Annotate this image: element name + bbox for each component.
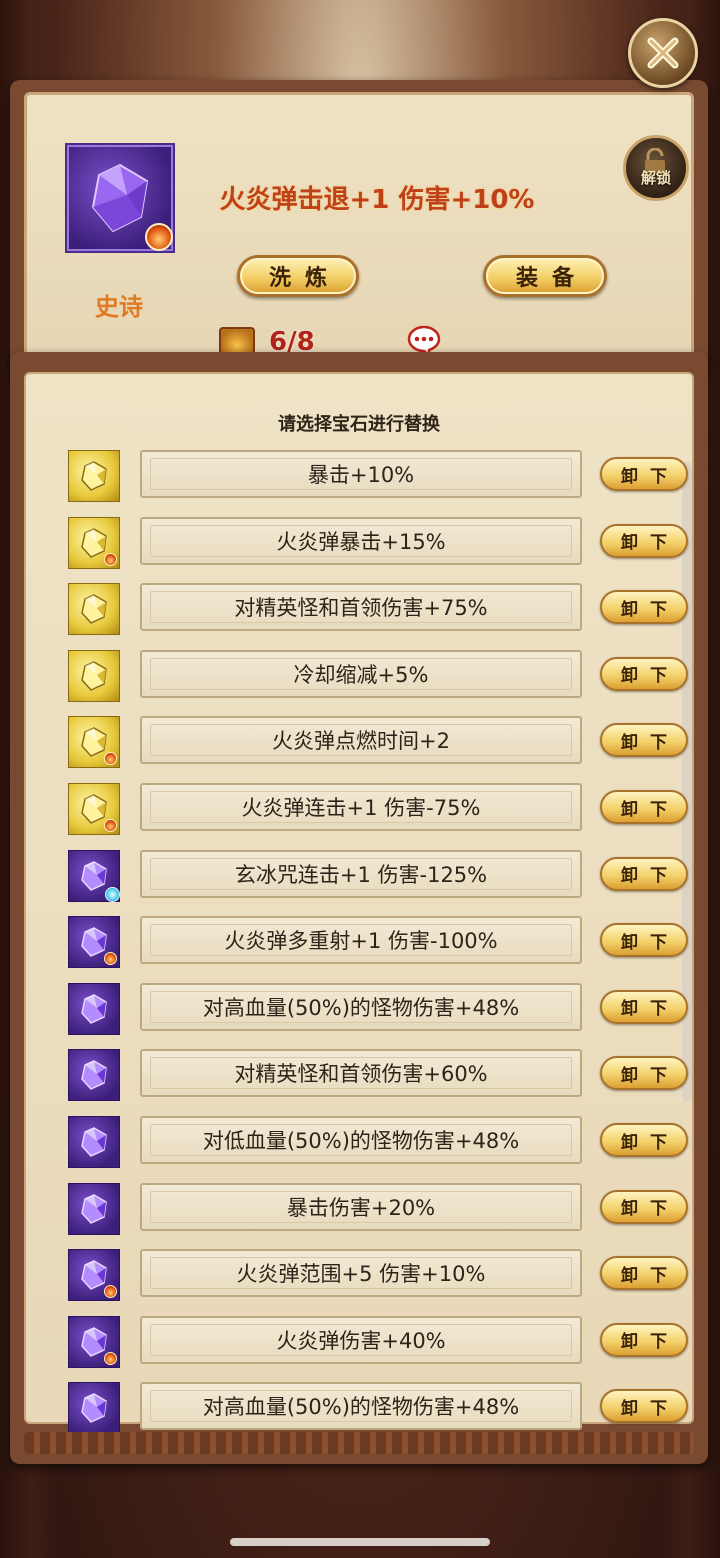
purple-gem-icon[interactable]: [68, 982, 120, 1035]
gem-attribute-text: 火炎弹暴击+15%: [140, 516, 582, 565]
gem-list-row: 火炎弹多重射+1 伤害-100% 卸下: [26, 914, 720, 969]
purple-gem-icon[interactable]: [68, 1182, 120, 1235]
gem-list-panel: 请选择宝石进行替换 暴击+10% 卸下 火炎弹暴击+15% 卸下 对精英怪和首领伤害+7…: [10, 352, 708, 1464]
unload-button[interactable]: 卸下: [600, 1123, 688, 1157]
unload-button[interactable]: 卸下: [600, 1189, 688, 1224]
close-icon: [647, 37, 679, 69]
fire-badge-icon: [104, 1351, 117, 1365]
fire-badge-icon: [104, 1285, 117, 1299]
gem-attribute-text: 冷却缩减+5%: [140, 649, 582, 698]
gem-list-row: 对精英怪和首领伤害+60% 卸下: [26, 1047, 720, 1102]
gem-attribute-label: 火炎弹范围+5 伤害+10%: [236, 1262, 486, 1287]
fire-badge-icon: [104, 752, 117, 766]
gem-attribute-text: 暴击伤害+20%: [140, 1182, 582, 1231]
selected-gem-icon: [67, 145, 173, 251]
unload-button[interactable]: 卸下: [600, 656, 688, 691]
gem-attribute-text: 火炎弹点燃时间+2: [140, 716, 582, 765]
gem-attribute-text: 对高血量(50%)的怪物伤害+48%: [140, 1382, 582, 1431]
ice-badge-icon: [105, 886, 120, 902]
equip-button[interactable]: 装备: [483, 255, 607, 297]
gem-attribute-label: 对精英怪和首领伤害+60%: [234, 1062, 488, 1087]
home-indicator[interactable]: [230, 1538, 490, 1546]
gem-attribute-text: 对高血量(50%)的怪物伤害+48%: [140, 982, 582, 1031]
gem-list-row: 玄冰咒连击+1 伤害-125% 卸下: [26, 848, 720, 902]
unload-button[interactable]: 卸下: [600, 523, 688, 558]
unload-button[interactable]: 卸下: [600, 1322, 688, 1357]
gem-list-row: 对低血量(50%)的怪物伤害+48% 卸下: [26, 1114, 720, 1168]
unload-button[interactable]: 卸下: [600, 1389, 688, 1424]
gold-gem-icon[interactable]: [68, 716, 120, 769]
unlock-button[interactable]: 解锁: [623, 135, 689, 201]
gem-list-row: 对精英怪和首领伤害+75% 卸下: [26, 581, 720, 636]
gem-attribute-text: 火炎弹范围+5 伤害+10%: [140, 1249, 582, 1298]
gem-name: 火炎弹击退+1 伤害+10%: [219, 185, 535, 215]
gold-gem-icon[interactable]: [68, 450, 120, 502]
gem-attribute-text: 火炎弹连击+1 伤害-75%: [140, 783, 582, 831]
gem-attribute-text: 对精英怪和首领伤害+60%: [140, 1049, 582, 1098]
gem-list-row: 火炎弹连击+1 伤害-75% 卸下: [26, 781, 720, 835]
gem-list-row: 火炎弹范围+5 伤害+10% 卸下: [26, 1247, 720, 1302]
gem-attribute-label: 火炎弹多重射+1 伤害-100%: [224, 929, 498, 954]
unload-button[interactable]: 卸下: [600, 989, 688, 1024]
gem-list-row: 火炎弹暴击+15% 卸下: [26, 515, 720, 569]
gem-attribute-label: 对低血量(50%)的怪物伤害+48%: [202, 1129, 520, 1153]
purple-gem-icon[interactable]: [68, 916, 120, 969]
gem-attribute-label: 对高血量(50%)的怪物伤害+48%: [202, 1395, 520, 1420]
refine-button[interactable]: 洗炼: [237, 255, 359, 297]
gem-attribute-text: 火炎弹多重射+1 伤害-100%: [140, 916, 582, 965]
gem-attribute-text: 对低血量(50%)的怪物伤害+48%: [140, 1116, 582, 1164]
gem-attribute-text: 对精英怪和首领伤害+75%: [140, 583, 582, 632]
gem-list-row: 火炎弹点燃时间+2 卸下: [26, 714, 720, 769]
gem-list-row: 暴击伤害+20% 卸下: [26, 1181, 720, 1235]
fire-badge-icon: [104, 552, 117, 566]
gem-attribute-label: 暴击伤害+20%: [286, 1195, 436, 1220]
gem-list-row: 暴击+10% 卸下: [26, 448, 720, 502]
instruction-text: 请选择宝石进行替换: [278, 414, 440, 435]
gem-attribute-label: 对精英怪和首领伤害+75%: [234, 596, 488, 621]
gem-attribute-label: 冷却缩减+5%: [293, 662, 429, 687]
unload-button[interactable]: 卸下: [600, 723, 688, 758]
gem-attribute-label: 暴击+10%: [307, 463, 415, 487]
gem-list-inner: 请选择宝石进行替换 暴击+10% 卸下 火炎弹暴击+15% 卸下 对精英怪和首领伤害+7…: [24, 372, 694, 1435]
purple-gem-icon[interactable]: [68, 1249, 120, 1302]
gold-gem-icon[interactable]: [68, 649, 120, 702]
gem-attribute-label: 玄冰咒连击+1 伤害-125%: [234, 862, 488, 887]
gem-attribute-label: 对高血量(50%)的怪物伤害+48%: [202, 995, 520, 1020]
purple-gem-icon[interactable]: [68, 1315, 120, 1368]
purple-gem-icon[interactable]: [68, 849, 120, 902]
unload-button[interactable]: 卸下: [600, 457, 688, 491]
gem-attribute-text: 玄冰咒连击+1 伤害-125%: [140, 849, 582, 898]
gem-attribute-label: 火炎弹点燃时间+2: [272, 729, 450, 754]
gem-list-row: 火炎弹伤害+40% 卸下: [26, 1314, 720, 1368]
gem-list-row: 对高血量(50%)的怪物伤害+48% 卸下: [26, 1380, 720, 1435]
gem-attribute-text: 暴击+10%: [140, 450, 582, 498]
unlock-label: 解锁: [640, 169, 671, 187]
fire-badge-icon: [104, 819, 117, 832]
purple-gem-icon[interactable]: [68, 1116, 120, 1168]
gem-attribute-label: 火炎弹伤害+40%: [276, 1328, 446, 1353]
unload-button[interactable]: 卸下: [600, 1256, 688, 1291]
gem-attribute-label: 火炎弹暴击+15%: [276, 529, 446, 554]
unload-button[interactable]: 卸下: [600, 590, 688, 625]
unload-button[interactable]: 卸下: [600, 790, 688, 824]
unload-button[interactable]: 卸下: [600, 1056, 688, 1091]
gem-list-row: 对高血量(50%)的怪物伤害+48% 卸下: [26, 981, 720, 1035]
gem-attribute-label: 火炎弹连击+1 伤害-75%: [241, 796, 481, 820]
gold-gem-icon[interactable]: [68, 583, 120, 636]
gold-gem-icon[interactable]: [68, 783, 120, 835]
gold-gem-icon[interactable]: [68, 516, 120, 569]
decorative-border: [24, 1432, 694, 1454]
gem-rarity: 史诗: [95, 293, 143, 321]
purple-gem-icon[interactable]: [68, 1049, 120, 1102]
gem-attribute-text: 火炎弹伤害+40%: [140, 1315, 582, 1364]
gem-detail-card: 史诗 火炎弹击退+1 伤害+10% 解锁 洗炼 装备 6/8: [10, 80, 708, 370]
purple-gem-icon[interactable]: [68, 1382, 120, 1435]
unload-button[interactable]: 卸下: [600, 923, 688, 958]
close-button[interactable]: [628, 18, 698, 88]
gem-detail-inner: 史诗 火炎弹击退+1 伤害+10% 解锁 洗炼 装备 6/8: [24, 92, 694, 363]
unload-button[interactable]: 卸下: [600, 856, 688, 891]
gem-list-row: 冷却缩减+5% 卸下: [26, 648, 720, 702]
fire-badge-icon: [145, 223, 173, 251]
fire-badge-icon: [104, 952, 117, 966]
